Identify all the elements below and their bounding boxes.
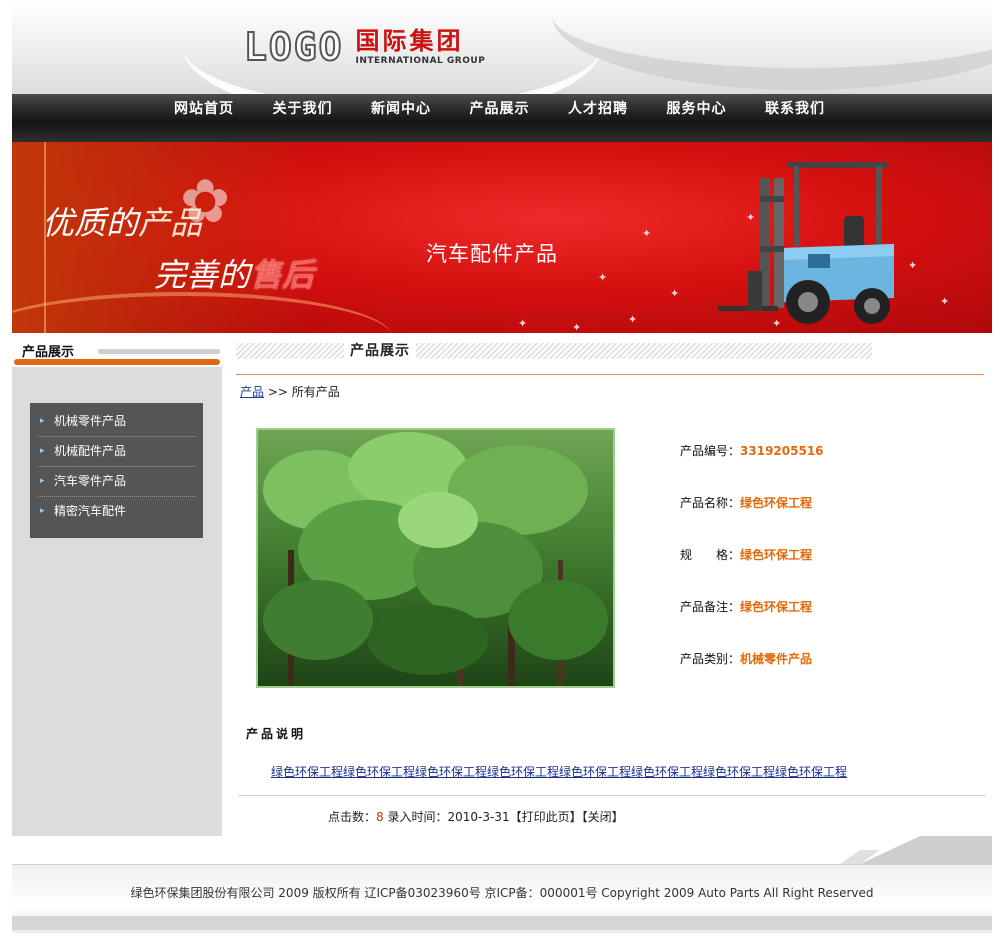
star-icon: ✦ [598, 271, 608, 284]
sidebar-menu: ▸ 机械零件产品 ▸ 机械配件产品 ▸ 汽车零件产品 ▸ 精密汽车配件 [30, 403, 203, 538]
banner-curve [12, 292, 392, 333]
attr-product-name: 产品名称：绿色环保工程 [680, 496, 813, 510]
attr-value: 3319205516 [740, 444, 824, 458]
star-icon: ✦ [908, 259, 918, 272]
logo-word: LOGO [243, 25, 344, 69]
site-header: LOGO 国际集团 INTERNATIONAL GROUP [12, 0, 992, 94]
entry-time: 2010-3-31 [447, 810, 510, 824]
section-divider [236, 374, 984, 375]
attr-remarks: 产品备注：绿色环保工程 [680, 600, 813, 614]
site-footer: 绿色环保集团股份有限公司 2009 版权所有 辽ICP备03023960号 京I… [12, 836, 992, 933]
description-link[interactable]: 绿色环保工程绿色环保工程绿色环保工程绿色环保工程绿色环保工程绿色环保工程绿色环保… [271, 763, 847, 780]
header-swoosh [552, 0, 992, 90]
nav-products[interactable]: 产品展示 [470, 100, 569, 118]
attr-category: 产品类别：机械零件产品 [680, 652, 813, 666]
sidebar-item-label: 汽车零件产品 [54, 474, 127, 488]
star-icon: ✦ [642, 227, 652, 240]
attr-value: 绿色环保工程 [740, 496, 813, 510]
sidebar-item-auto-parts[interactable]: ▸ 汽车零件产品 [38, 467, 195, 497]
nav-home[interactable]: 网站首页 [174, 100, 273, 118]
sidebar-accent-bar [14, 359, 220, 365]
chevron-right-icon: ▸ [40, 416, 45, 426]
breadcrumb-current: >> 所有产品 [264, 385, 340, 399]
nav-contact[interactable]: 联系我们 [765, 100, 864, 118]
chevron-right-icon: ▸ [40, 446, 45, 456]
site-logo[interactable]: LOGO 国际集团 INTERNATIONAL GROUP [243, 22, 486, 72]
content-divider [238, 795, 986, 796]
nav-about[interactable]: 关于我们 [273, 100, 372, 118]
nav-jobs[interactable]: 人才招聘 [568, 100, 667, 118]
attr-value: 绿色环保工程 [740, 600, 813, 614]
sidebar-item-mechanical-parts[interactable]: ▸ 机械零件产品 [38, 407, 195, 437]
attr-product-id: 产品编号：3319205516 [680, 444, 824, 458]
sidebar-title: 产品展示 [22, 345, 75, 360]
sidebar-item-label: 精密汽车配件 [54, 504, 127, 518]
sidebar-item-precision-auto[interactable]: ▸ 精密汽车配件 [38, 497, 195, 527]
attr-specification: 规 格：绿色环保工程 [680, 548, 813, 562]
forklift-icon [718, 162, 894, 324]
time-label: 录入时间： [383, 810, 448, 824]
footer-corner-decoration [840, 836, 992, 864]
star-icon: ✦ [572, 321, 582, 333]
product-meta: 点击数：8 录入时间：2010-3-31【打印此页】【关闭】 [328, 808, 624, 825]
product-image[interactable] [256, 428, 615, 688]
sidebar-header: 产品展示 [12, 333, 222, 367]
sidebar-title-bar [98, 349, 220, 354]
sidebar: 产品展示 ▸ 机械零件产品 ▸ 机械配件产品 ▸ 汽车零件产品 ▸ 精密汽车配件 [12, 333, 222, 836]
breadcrumb-link-products[interactable]: 产品 [240, 385, 264, 399]
header-stripes [236, 343, 872, 359]
sidebar-item-mechanical-accessories[interactable]: ▸ 机械配件产品 [38, 437, 195, 467]
click-count: 8 [376, 810, 384, 824]
nav-news[interactable]: 新闻中心 [371, 100, 470, 118]
breadcrumb: 产品 >> 所有产品 [240, 383, 340, 400]
logo-text: 国际集团 INTERNATIONAL GROUP [356, 28, 486, 66]
description-title: 产品说明 [246, 727, 307, 741]
star-icon: ✦ [628, 313, 638, 326]
main-content: 产品展示 产品 >> 所有产品 产品编号：3319205516 产品名称：绿色环… [236, 333, 988, 836]
sidebar-item-label: 机械零件产品 [54, 414, 127, 428]
copyright-text: 绿色环保集团股份有限公司 2009 版权所有 辽ICP备03023960号 京I… [130, 886, 874, 900]
chevron-right-icon: ▸ [40, 476, 45, 486]
product-attributes: 产品编号：3319205516 产品名称：绿色环保工程 规 格：绿色环保工程 产… [680, 441, 824, 701]
chevron-right-icon: ▸ [40, 506, 45, 516]
attr-value: 机械零件产品 [740, 652, 813, 666]
section-header: 产品展示 [236, 341, 984, 375]
leaves-image [258, 430, 613, 686]
banner-slogan-1: 优质的产品 [42, 204, 203, 242]
logo-en: INTERNATIONAL GROUP [355, 56, 486, 66]
star-icon: ✦ [518, 317, 528, 330]
attr-value: 绿色环保工程 [740, 548, 813, 562]
star-icon: ✦ [670, 287, 680, 300]
clicks-label: 点击数： [328, 810, 377, 824]
main-nav: 网站首页 关于我们 新闻中心 产品展示 人才招聘 服务中心 联系我们 [12, 94, 992, 142]
close-button[interactable]: 【关闭】 [582, 810, 624, 824]
nav-service[interactable]: 服务中心 [667, 100, 766, 118]
star-icon: ✦ [940, 295, 950, 308]
logo-cn: 国际集团 [355, 27, 464, 55]
banner-title: 汽车配件产品 [426, 242, 558, 266]
section-title: 产品展示 [344, 341, 416, 361]
banner-slogan-2: 完善的售后 [154, 256, 315, 294]
hero-banner: ✿ 优质的产品 完善的售后 汽车配件产品 ✦ ✦ ✦ ✦ ✦ ✦ ✦ ✦ ✦ ✦ [12, 142, 992, 333]
sidebar-item-label: 机械配件产品 [54, 444, 127, 458]
footer-bottom-strip [12, 916, 992, 930]
print-button[interactable]: 【打印此页】 [510, 810, 582, 824]
